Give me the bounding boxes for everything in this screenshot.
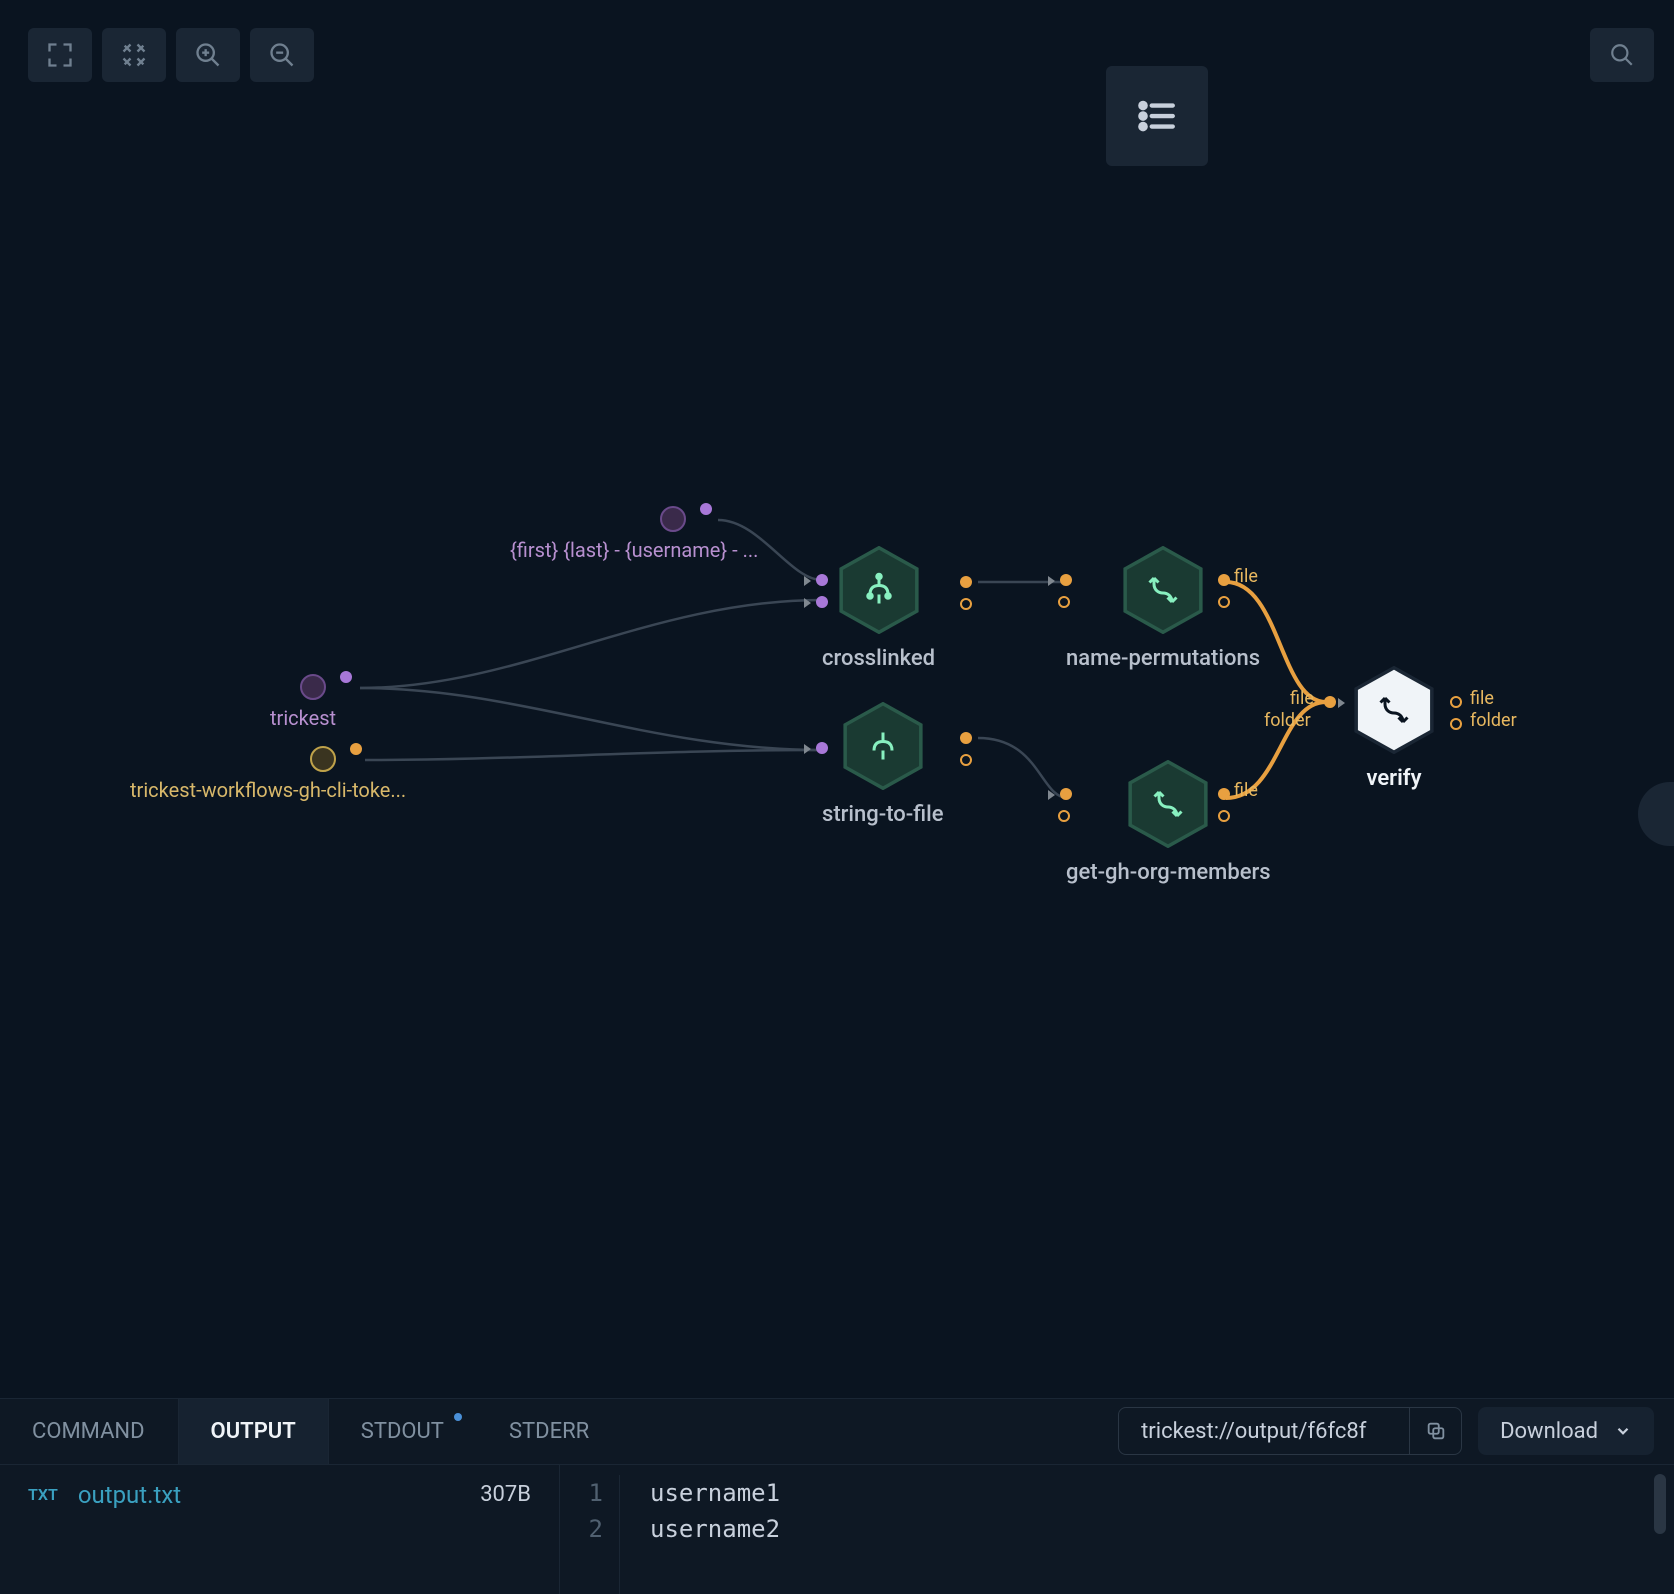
port-label-file: file (1234, 566, 1258, 587)
node-param-template[interactable]: {first} {last} - {username} - ... (660, 506, 758, 562)
output-port-optional[interactable] (1218, 596, 1230, 608)
node-title: verify (1366, 766, 1421, 791)
node-param-trickest[interactable]: trickest (300, 674, 352, 730)
content-scrollbar[interactable] (1654, 1474, 1666, 1534)
tab-output[interactable]: OUTPUT (178, 1399, 329, 1464)
output-port[interactable] (960, 576, 972, 588)
code-line: username2 (650, 1511, 780, 1547)
activity-dot-icon (454, 1413, 462, 1421)
tab-stdout-label: STDOUT (361, 1419, 444, 1444)
param-label: trickest (270, 706, 352, 730)
tab-stderr[interactable]: STDERR (477, 1399, 622, 1464)
node-crosslinked[interactable]: crosslinked (822, 546, 935, 671)
tab-command[interactable]: COMMAND (0, 1399, 178, 1464)
output-port-folder[interactable] (1450, 718, 1462, 730)
file-size: 307B (480, 1482, 531, 1507)
code-lines[interactable]: username1 username2 (620, 1475, 780, 1594)
output-port-optional[interactable] (960, 598, 972, 610)
file-row[interactable]: TXT output.txt 307B (0, 1465, 559, 1525)
merge-icon (1150, 786, 1186, 822)
fork-icon (865, 728, 901, 764)
node-verify[interactable]: verify file folder file folder (1350, 666, 1438, 791)
port-label-file-out: file (1470, 688, 1494, 709)
input-port-dot (1060, 574, 1072, 586)
param-label: trickest-workflows-gh-cli-toke... (130, 778, 406, 802)
port-label-file-in: file (1290, 688, 1314, 709)
output-port[interactable] (350, 743, 362, 755)
input-arrow (1338, 698, 1345, 708)
line-number-gutter: 1 2 (560, 1475, 620, 1594)
workflow-canvas[interactable]: {first} {last} - {username} - ... tricke… (0, 0, 1674, 1400)
output-path-text[interactable]: trickest://output/f6fc8f (1119, 1419, 1409, 1444)
line-number: 1 (560, 1475, 603, 1511)
input-port[interactable] (804, 576, 811, 586)
copy-path-button[interactable] (1409, 1408, 1461, 1454)
download-label: Download (1500, 1419, 1598, 1444)
output-path-box: trickest://output/f6fc8f (1118, 1407, 1462, 1455)
merge-icon (1145, 572, 1181, 608)
input-port-optional[interactable] (1058, 596, 1070, 608)
output-port[interactable] (340, 671, 352, 683)
output-port-file[interactable] (1218, 574, 1230, 586)
input-port[interactable] (1048, 576, 1055, 586)
file-type-badge: TXT (28, 1485, 58, 1504)
output-port-optional[interactable] (1218, 810, 1230, 822)
output-port-file[interactable] (1218, 788, 1230, 800)
node-get-gh-org-members[interactable]: get-gh-org-members file (1066, 760, 1271, 885)
node-title: get-gh-org-members (1066, 860, 1271, 885)
param-label: {first} {last} - {username} - ... (510, 538, 758, 562)
output-port-file[interactable] (1450, 696, 1462, 708)
file-list: TXT output.txt 307B (0, 1465, 560, 1594)
file-content-view: 1 2 username1 username2 (560, 1465, 1674, 1594)
download-button[interactable]: Download (1478, 1407, 1654, 1455)
output-port[interactable] (960, 732, 972, 744)
node-title: name-permutations (1066, 646, 1260, 671)
port-label-file: file (1234, 780, 1258, 801)
node-string-to-file[interactable]: string-to-file (822, 702, 944, 827)
node-name-permutations[interactable]: name-permutations file (1066, 546, 1260, 671)
input-port-optional[interactable] (1058, 810, 1070, 822)
output-panel: COMMAND OUTPUT STDOUT STDERR trickest://… (0, 1398, 1674, 1594)
param-badge-icon (660, 506, 686, 532)
tab-stdout[interactable]: STDOUT (329, 1399, 477, 1464)
node-param-token[interactable]: trickest-workflows-gh-cli-toke... (310, 746, 406, 802)
input-port-dot (816, 574, 828, 586)
output-port[interactable] (700, 503, 712, 515)
panel-tab-row: COMMAND OUTPUT STDOUT STDERR trickest://… (0, 1399, 1674, 1465)
input-port[interactable] (804, 744, 811, 754)
node-title: crosslinked (822, 646, 935, 671)
input-port[interactable] (804, 598, 811, 608)
param-badge-icon (300, 674, 326, 700)
node-title: string-to-file (822, 802, 944, 827)
merge-icon (1376, 692, 1412, 728)
input-port-dot (1060, 788, 1072, 800)
line-number: 2 (560, 1511, 603, 1547)
fork-icon (861, 572, 897, 608)
code-line: username1 (650, 1475, 780, 1511)
port-label-folder-in: folder (1264, 710, 1311, 731)
input-port-file[interactable] (1324, 696, 1336, 708)
param-badge-icon (310, 746, 336, 772)
input-port-dot (816, 596, 828, 608)
output-port-optional[interactable] (960, 754, 972, 766)
copy-icon (1425, 1420, 1447, 1442)
port-label-folder-out: folder (1470, 710, 1517, 731)
chevron-down-icon (1614, 1422, 1632, 1440)
input-port-dot (816, 742, 828, 754)
file-name: output.txt (78, 1481, 460, 1509)
input-port[interactable] (1048, 790, 1055, 800)
